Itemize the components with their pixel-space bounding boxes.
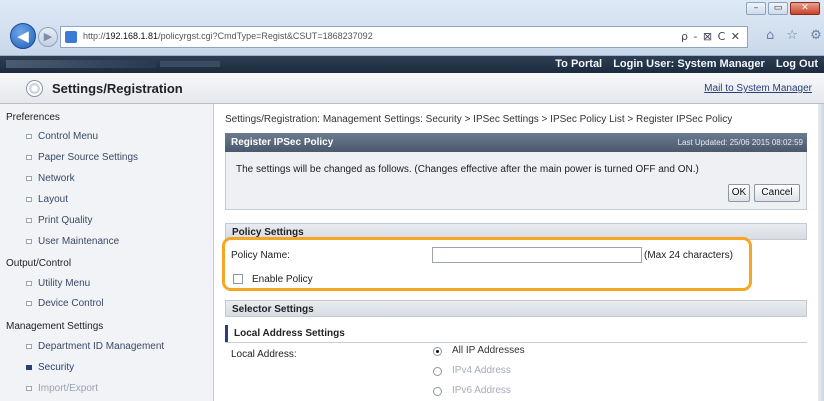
bullet-icon bbox=[26, 218, 32, 223]
back-arrow-icon[interactable]: ◀ bbox=[10, 23, 36, 49]
sidebar-item-network[interactable]: Network bbox=[26, 173, 75, 184]
sidebar: Preferences Control Menu Paper Source Se… bbox=[0, 104, 214, 401]
radio-all-ip-addresses[interactable] bbox=[433, 347, 442, 356]
panel-header: Register IPSec Policy Last Updated: 25/0… bbox=[225, 133, 807, 152]
cancel-button[interactable]: Cancel bbox=[754, 184, 800, 202]
policy-name-input[interactable] bbox=[432, 247, 642, 263]
close-icon[interactable]: ✕ bbox=[790, 2, 820, 15]
login-user-text: Login User: System Manager bbox=[613, 58, 765, 70]
bullet-icon bbox=[26, 386, 32, 391]
last-updated-text: Last Updated: 25/06 2015 08:02:59 bbox=[677, 138, 803, 147]
radio-label-ipv6-address: IPv6 Address bbox=[452, 385, 511, 396]
sidebar-item-user-maintenance[interactable]: User Maintenance bbox=[26, 236, 119, 247]
sidebar-item-layout[interactable]: Layout bbox=[26, 194, 68, 205]
local-address-settings-title: Local Address Settings bbox=[234, 328, 345, 339]
bullet-icon bbox=[26, 134, 32, 139]
device-topbar: To Portal Login User: System Manager Log… bbox=[0, 56, 824, 73]
enable-policy-label: Enable Policy bbox=[252, 274, 313, 285]
sidebar-item-paper-source-settings[interactable]: Paper Source Settings bbox=[26, 152, 138, 163]
sidebar-group-output-control: Output/Control bbox=[6, 258, 72, 269]
settings-gear-icon bbox=[26, 80, 43, 97]
bullet-icon bbox=[26, 344, 32, 349]
address-bar[interactable]: http://192.168.1.81/policyrgst.cgi?CmdTy… bbox=[60, 26, 748, 48]
sidebar-item-control-menu[interactable]: Control Menu bbox=[26, 131, 98, 142]
breadcrumb: Settings/Registration: Management Settin… bbox=[225, 114, 733, 125]
panel-title: Register IPSec Policy bbox=[231, 137, 334, 148]
sidebar-group-preferences: Preferences bbox=[6, 112, 60, 123]
local-address-settings-header: Local Address Settings bbox=[225, 325, 807, 342]
maximize-icon[interactable]: ▭ bbox=[768, 2, 788, 15]
sidebar-group-management-settings: Management Settings bbox=[6, 321, 104, 332]
sidebar-item-security[interactable]: Security bbox=[26, 362, 74, 373]
sidebar-item-import-export[interactable]: Import/Export bbox=[26, 383, 98, 394]
vertical-scrollbar[interactable] bbox=[818, 104, 824, 401]
enable-policy-checkbox[interactable] bbox=[233, 274, 243, 284]
radio-ipv4-address[interactable] bbox=[433, 367, 442, 376]
policy-settings-header: Policy Settings bbox=[225, 223, 807, 240]
selector-settings-header: Selector Settings bbox=[225, 300, 807, 317]
bullet-icon bbox=[26, 365, 32, 370]
page-title: Settings/Registration bbox=[52, 81, 183, 96]
policy-name-label: Policy Name: bbox=[231, 250, 290, 261]
change-notice-text: The settings will be changed as follows.… bbox=[236, 164, 699, 175]
mail-to-system-manager-link[interactable]: Mail to System Manager bbox=[704, 83, 812, 94]
sidebar-item-print-quality[interactable]: Print Quality bbox=[26, 215, 92, 226]
log-out-link[interactable]: Log Out bbox=[776, 58, 818, 70]
window-controls: – ▭ ✕ bbox=[746, 2, 820, 15]
device-location-blurred bbox=[160, 61, 220, 67]
page-header: Settings/Registration Mail to System Man… bbox=[0, 73, 824, 104]
selector-settings-title: Selector Settings bbox=[232, 304, 314, 315]
address-url: http://192.168.1.81/policyrgst.cgi?CmdTy… bbox=[83, 31, 373, 41]
device-name-blurred bbox=[6, 60, 156, 68]
radio-ipv6-address[interactable] bbox=[433, 387, 442, 396]
main-content: Settings/Registration: Management Settin… bbox=[215, 104, 824, 401]
topbar-links: To Portal Login User: System Manager Log… bbox=[547, 58, 818, 70]
page-favicon-icon bbox=[65, 31, 77, 43]
radio-label-ipv4-address: IPv4 Address bbox=[452, 365, 511, 376]
to-portal-link[interactable]: To Portal bbox=[555, 58, 602, 70]
policy-name-hint: (Max 24 characters) bbox=[644, 250, 733, 261]
bullet-icon bbox=[26, 239, 32, 244]
sidebar-item-department-id-management[interactable]: Department ID Management bbox=[26, 341, 164, 352]
forward-arrow-icon[interactable]: ▶ bbox=[38, 27, 58, 47]
sidebar-item-utility-menu[interactable]: Utility Menu bbox=[26, 278, 90, 289]
panel-message-area: The settings will be changed as follows.… bbox=[225, 152, 807, 210]
bullet-icon bbox=[26, 301, 32, 306]
ok-button[interactable]: OK bbox=[728, 184, 750, 202]
radio-label-all-ip-addresses: All IP Addresses bbox=[452, 345, 525, 356]
divider bbox=[225, 342, 807, 343]
address-bar-tools[interactable]: ρ - ⊠ C ✕ bbox=[681, 30, 741, 43]
bullet-icon bbox=[26, 281, 32, 286]
bullet-icon bbox=[26, 176, 32, 181]
local-address-label: Local Address: bbox=[231, 349, 297, 360]
sidebar-item-device-control[interactable]: Device Control bbox=[26, 298, 104, 309]
policy-settings-title: Policy Settings bbox=[232, 227, 304, 238]
home-star-settings-icons[interactable]: ⌂ ☆ ⚙ bbox=[766, 28, 824, 43]
browser-chrome: – ▭ ✕ ◀ ▶ http://192.168.1.81/policyrgst… bbox=[0, 0, 824, 56]
bullet-icon bbox=[26, 155, 32, 160]
minimize-icon[interactable]: – bbox=[746, 2, 766, 15]
bullet-icon bbox=[26, 197, 32, 202]
